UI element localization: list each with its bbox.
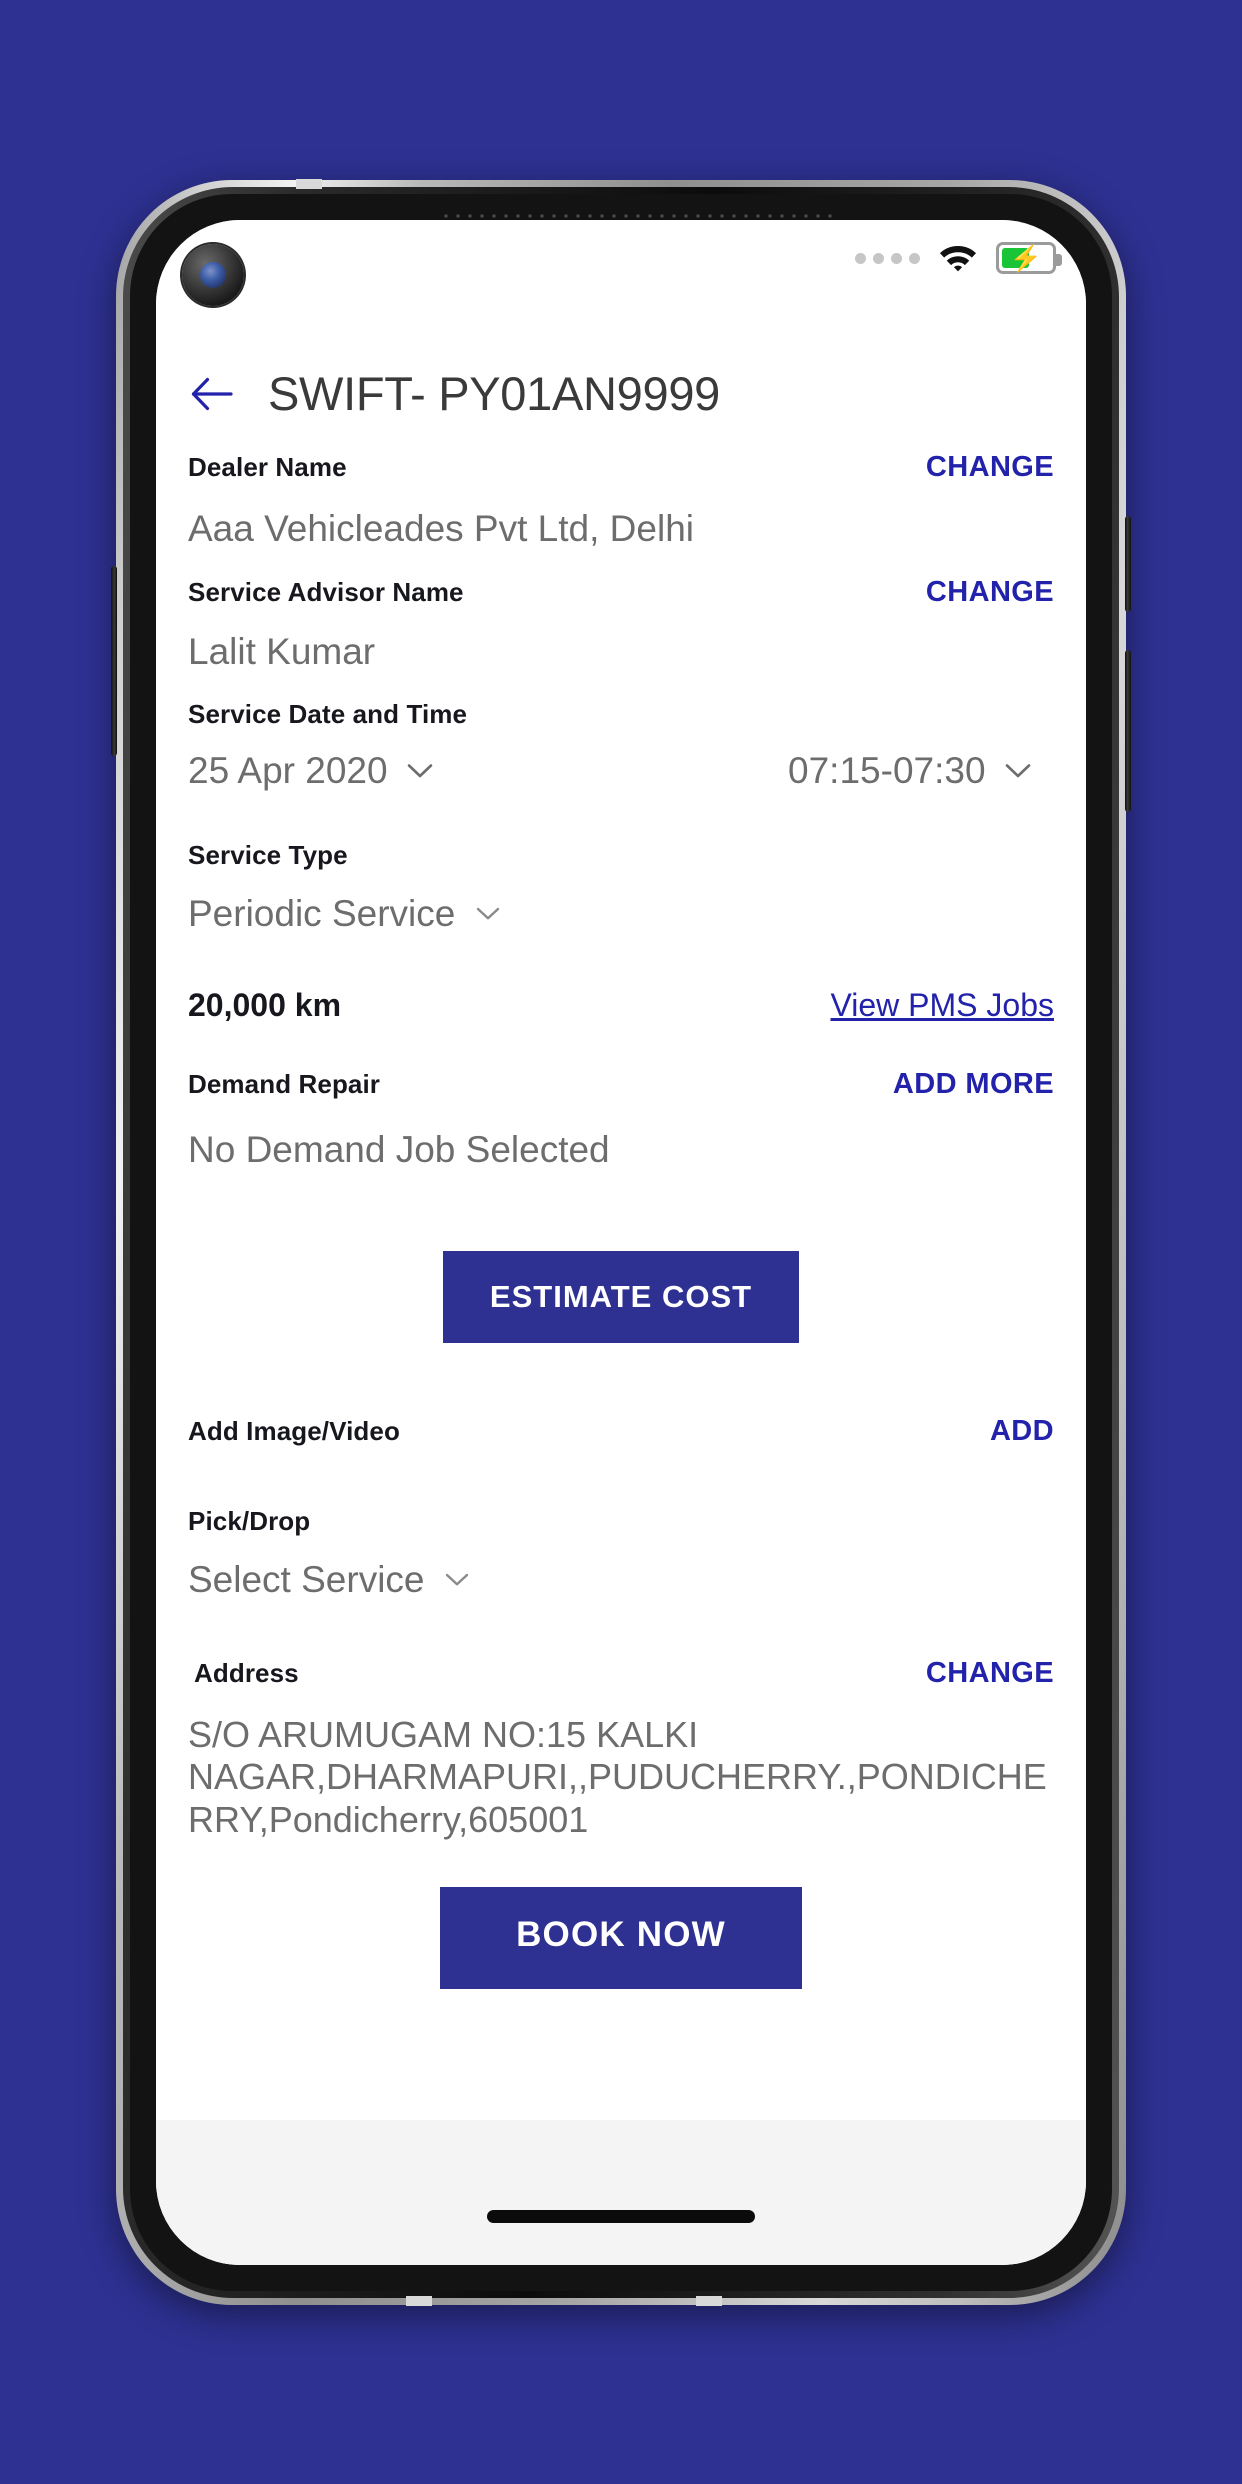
estimate-cost-button[interactable]: ESTIMATE COST — [443, 1251, 799, 1343]
add-media-label: Add Image/Video — [188, 1416, 400, 1446]
service-type-value: Periodic Service — [188, 893, 456, 934]
chevron-down-icon — [443, 1571, 471, 1589]
service-advisor-row: Service Advisor Name CHANGE — [188, 576, 1054, 609]
booking-form: Dealer Name CHANGE Aaa Vehicleades Pvt L… — [156, 451, 1086, 2265]
demand-repair-label: Demand Repair — [188, 1069, 381, 1099]
app-header: SWIFT- PY01AN9999 — [156, 316, 1086, 451]
address-value: S/O ARUMUGAM NO:15 KALKI NAGAR,DHARMAPUR… — [188, 1714, 1047, 1840]
home-indicator-pill[interactable] — [487, 2210, 755, 2223]
pick-drop-label: Pick/Drop — [188, 1506, 311, 1536]
address-label: Address — [194, 1658, 299, 1688]
status-bar-indicators: ⚡ — [855, 242, 1062, 274]
address-change-button[interactable]: CHANGE — [926, 1657, 1054, 1690]
page-title: SWIFT- PY01AN9999 — [268, 367, 721, 420]
add-media-button[interactable]: ADD — [990, 1415, 1054, 1448]
book-now-button-wrap: BOOK NOW — [188, 1887, 1054, 1990]
service-datetime-row: 25 Apr 2020 07:15-07:30 — [188, 750, 1054, 792]
service-advisor-label: Service Advisor Name — [188, 577, 464, 607]
service-time-dropdown[interactable]: 07:15-07:30 — [788, 750, 1054, 792]
demand-repair-value: No Demand Job Selected — [188, 1129, 610, 1170]
demand-repair-row: Demand Repair ADD MORE — [188, 1068, 1054, 1101]
battery-charging-icon: ⚡ — [996, 242, 1062, 274]
phone-screen: ⚡ SWIFT- PY01AN9999 Dealer Name CHANGE A… — [156, 220, 1086, 2265]
back-arrow-icon[interactable] — [156, 374, 268, 414]
volume-button[interactable] — [111, 566, 117, 756]
chevron-down-icon — [474, 905, 502, 923]
service-type-label: Service Type — [188, 840, 348, 870]
estimate-cost-button-wrap: ESTIMATE COST — [188, 1251, 1054, 1343]
service-date-dropdown[interactable]: 25 Apr 2020 — [188, 750, 434, 792]
status-bar: ⚡ — [156, 220, 1086, 316]
dealer-change-button[interactable]: CHANGE — [926, 451, 1054, 484]
antenna-notch-top — [296, 179, 322, 189]
mileage-row: 20,000 km View PMS Jobs — [188, 987, 1054, 1024]
app-root: ⚡ SWIFT- PY01AN9999 Dealer Name CHANGE A… — [156, 220, 1086, 2265]
signal-dots-icon — [855, 252, 920, 264]
dealer-name-row: Dealer Name CHANGE — [188, 451, 1054, 484]
add-media-row: Add Image/Video ADD — [188, 1415, 1054, 1448]
dealer-name-value: Aaa Vehicleades Pvt Ltd, Delhi — [188, 508, 694, 549]
pick-drop-dropdown[interactable]: Select Service — [188, 1559, 1054, 1601]
book-now-button[interactable]: BOOK NOW — [440, 1887, 802, 1990]
mileage-value: 20,000 km — [188, 987, 342, 1023]
dealer-name-label: Dealer Name — [188, 452, 347, 482]
demand-repair-add-more-button[interactable]: ADD MORE — [893, 1068, 1054, 1101]
service-advisor-value: Lalit Kumar — [188, 631, 376, 672]
wifi-icon — [938, 242, 978, 274]
phone-bezel: ⚡ SWIFT- PY01AN9999 Dealer Name CHANGE A… — [130, 194, 1112, 2291]
power-button[interactable] — [1125, 516, 1131, 612]
address-row: Address CHANGE — [188, 1657, 1054, 1690]
service-type-dropdown[interactable]: Periodic Service — [188, 893, 1054, 935]
pick-drop-value: Select Service — [188, 1559, 425, 1600]
system-navigation-bar — [156, 2120, 1086, 2265]
service-advisor-change-button[interactable]: CHANGE — [926, 576, 1054, 609]
service-date-value: 25 Apr 2020 — [188, 750, 388, 791]
phone-device-frame: ⚡ SWIFT- PY01AN9999 Dealer Name CHANGE A… — [111, 179, 1131, 2306]
view-pms-jobs-link[interactable]: View PMS Jobs — [831, 987, 1055, 1024]
service-time-value: 07:15-07:30 — [788, 750, 986, 791]
antenna-notch-bottom-right — [696, 2296, 722, 2306]
side-button[interactable] — [1125, 650, 1131, 812]
service-datetime-label: Service Date and Time — [188, 699, 468, 729]
front-camera-punch-hole — [182, 244, 244, 306]
chevron-down-icon — [406, 762, 434, 780]
antenna-notch-bottom-left — [406, 2296, 432, 2306]
chevron-down-icon — [1004, 762, 1032, 780]
